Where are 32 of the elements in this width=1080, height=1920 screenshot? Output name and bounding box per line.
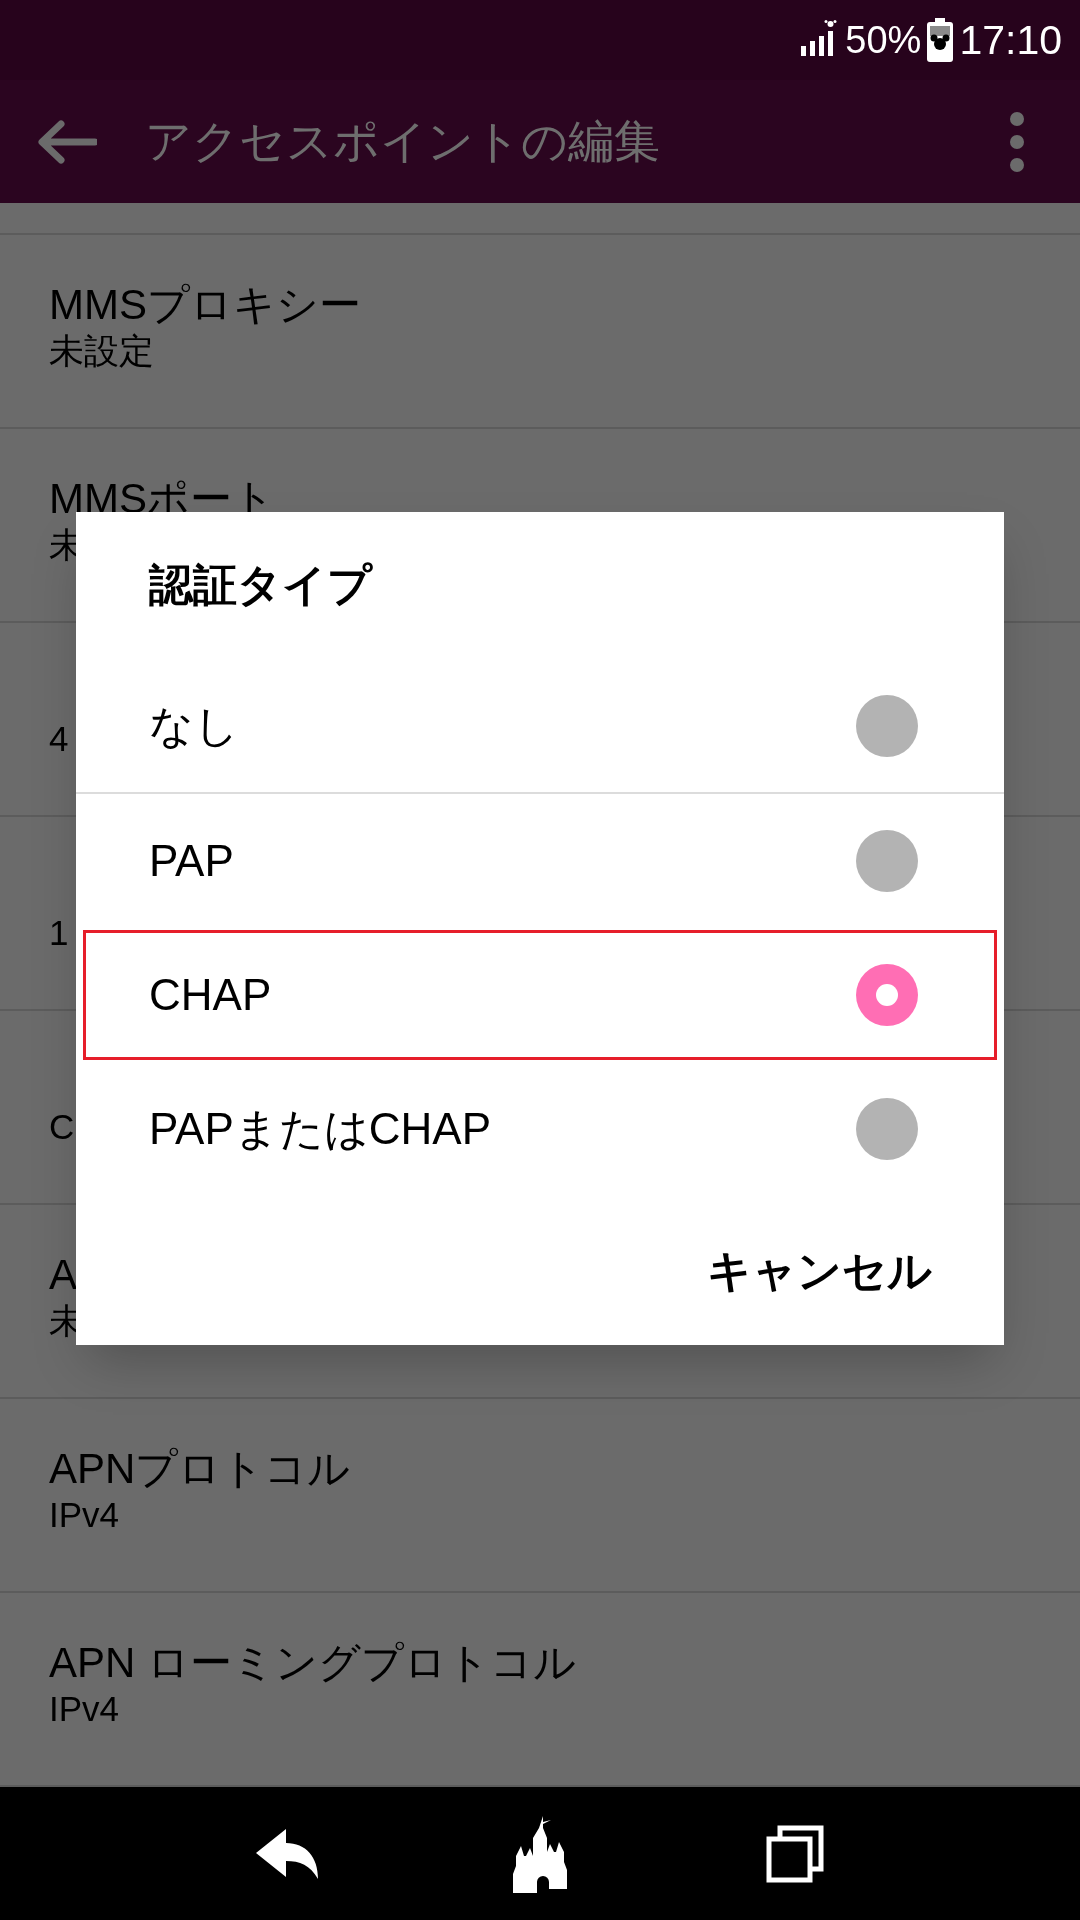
- battery-icon: [927, 18, 954, 62]
- setting-title: MMSプロキシー: [49, 280, 361, 330]
- radio-option[interactable]: PAPまたはCHAP: [76, 1062, 1004, 1196]
- radio-option[interactable]: なし: [76, 660, 1004, 794]
- setting-value: IPv4: [49, 1689, 120, 1729]
- radio-unselected-icon: [856, 1098, 918, 1160]
- clock: 17:10: [959, 19, 1062, 61]
- setting-value: 4: [49, 719, 69, 759]
- setting-value: C: [49, 1107, 75, 1147]
- cancel-button[interactable]: キャンセル: [699, 1227, 940, 1314]
- settings-row[interactable]: APNプロトコル IPv4: [0, 1399, 1080, 1593]
- radio-option[interactable]: PAP: [76, 794, 1004, 928]
- toolbar-title: アクセスポイントの編集: [145, 114, 660, 169]
- radio-unselected-icon: [856, 830, 918, 892]
- setting-value: 未設定: [49, 331, 154, 371]
- overlapping-squares-icon: [765, 1824, 824, 1883]
- battery-percent: 50%: [845, 21, 922, 59]
- radio-option[interactable]: CHAP: [76, 928, 1004, 1062]
- back-button[interactable]: [256, 1828, 321, 1879]
- setting-title: APNプロトコル: [49, 1444, 351, 1494]
- radio-selected-icon: [856, 964, 918, 1026]
- settings-row[interactable]: MMSプロキシー 未設定: [0, 235, 1080, 429]
- setting-value: IPv4: [49, 1495, 120, 1535]
- setting-title: A: [49, 1250, 77, 1300]
- more-vertical-icon: [1009, 110, 1025, 173]
- reply-arrow-icon: [256, 1828, 321, 1879]
- setting-title: APN ローミングプロトコル: [49, 1638, 577, 1688]
- recent-apps-button[interactable]: [765, 1824, 824, 1883]
- radio-unselected-icon: [856, 695, 918, 757]
- back-arrow-icon: [37, 119, 97, 164]
- dialog-title: 認証タイプ: [149, 559, 372, 611]
- setting-value: 1: [49, 913, 69, 953]
